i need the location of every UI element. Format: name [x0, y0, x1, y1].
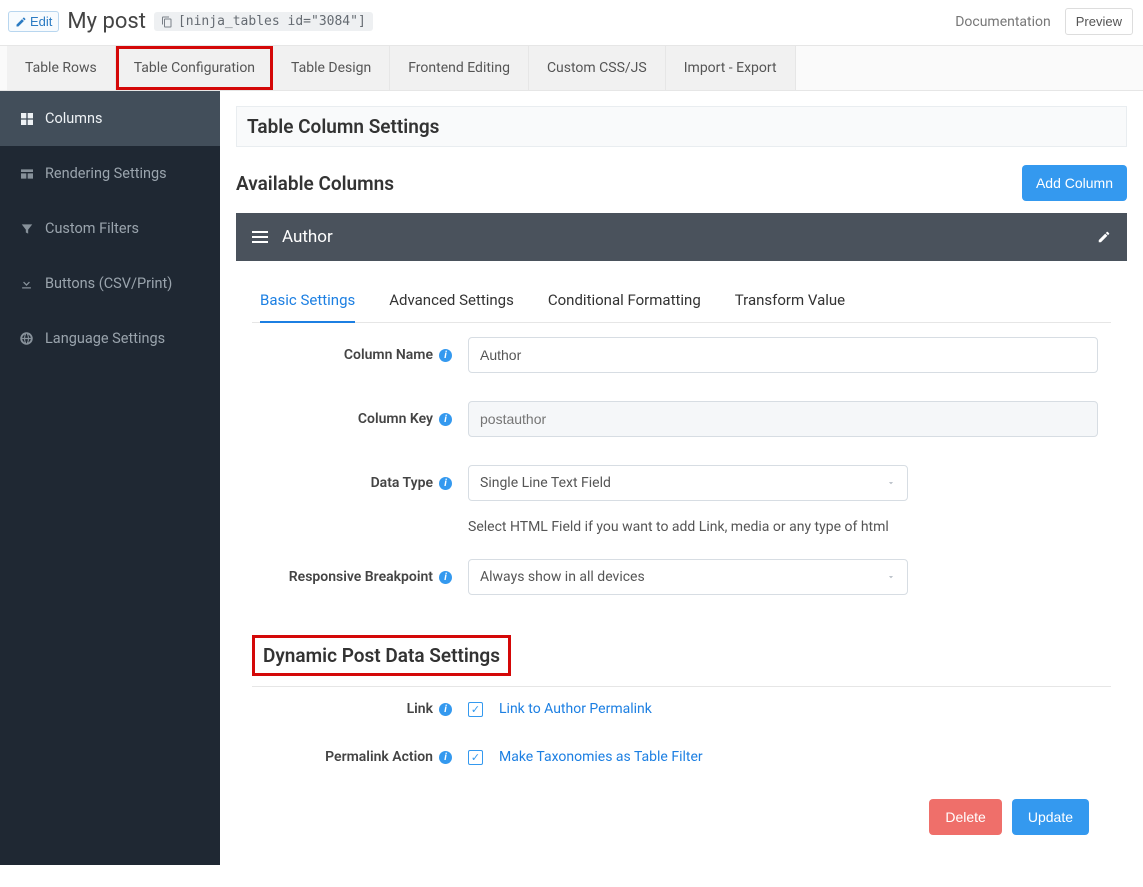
tab-frontend-editing[interactable]: Frontend Editing [390, 46, 529, 90]
sidebar-item-columns[interactable]: Columns [0, 91, 220, 146]
top-tabs: Table Rows Table Configuration Table Des… [0, 45, 1143, 91]
post-title: My post [67, 9, 146, 34]
info-icon[interactable]: i [439, 349, 452, 362]
top-header-right: Documentation Preview [955, 8, 1133, 35]
edit-label: Edit [30, 14, 52, 29]
permalink-checkbox[interactable]: ✓ [468, 750, 483, 765]
drag-handle-icon[interactable] [252, 231, 268, 243]
tab-table-configuration[interactable]: Table Configuration [116, 46, 273, 90]
responsive-select[interactable]: Always show in all devices [468, 559, 908, 595]
sidebar-item-label: Language Settings [45, 330, 165, 347]
row-column-name: Column Name i [236, 323, 1127, 387]
column-panel-header-left: Author [252, 227, 333, 247]
tab-custom-css-js[interactable]: Custom CSS/JS [529, 46, 666, 90]
label-link-text: Link [407, 701, 433, 717]
inner-tab-advanced[interactable]: Advanced Settings [389, 291, 514, 322]
info-icon[interactable]: i [439, 703, 452, 716]
column-key-input [468, 401, 1098, 437]
download-icon [18, 275, 35, 292]
page-title: Table Column Settings [236, 106, 1127, 147]
dynamic-post-title: Dynamic Post Data Settings [252, 635, 511, 676]
row-permalink-action: Permalink Action i ✓ Make Taxonomies as … [236, 723, 1127, 771]
grid-icon [18, 110, 35, 127]
sidebar-item-label: Columns [45, 110, 102, 127]
info-icon[interactable]: i [439, 751, 452, 764]
edit-column-icon[interactable] [1097, 230, 1111, 244]
data-type-select[interactable]: Single Line Text Field [468, 465, 908, 501]
label-column-key: Column Key i [252, 411, 452, 427]
sidebar-item-filters[interactable]: Custom Filters [0, 201, 220, 256]
row-column-key: Column Key i [236, 387, 1127, 451]
column-name-input[interactable] [468, 337, 1098, 373]
permalink-checkbox-label[interactable]: Make Taxonomies as Table Filter [499, 749, 703, 765]
inner-tab-basic[interactable]: Basic Settings [260, 291, 355, 323]
row-link: Link i ✓ Link to Author Permalink [236, 687, 1127, 723]
filter-icon [18, 220, 35, 237]
inner-tab-transform[interactable]: Transform Value [735, 291, 845, 322]
link-checkbox-label[interactable]: Link to Author Permalink [499, 701, 652, 717]
available-columns-row: Available Columns Add Column [236, 165, 1127, 201]
data-type-hint: Select HTML Field if you want to add Lin… [468, 519, 1127, 535]
sidebar-item-language[interactable]: Language Settings [0, 311, 220, 366]
label-link: Link i [252, 701, 452, 717]
inner-tabs: Basic Settings Advanced Settings Conditi… [252, 291, 1111, 323]
shortcode-chip[interactable]: [ninja_tables id="3084"] [154, 12, 373, 31]
footer-buttons: Delete Update [236, 771, 1127, 835]
row-responsive: Responsive Breakpoint i Always show in a… [236, 545, 1127, 609]
sidebar-item-label: Custom Filters [45, 220, 139, 237]
shortcode-text: [ninja_tables id="3084"] [178, 14, 366, 29]
copy-icon [161, 16, 173, 28]
edit-button[interactable]: Edit [8, 11, 59, 32]
top-header: Edit My post [ninja_tables id="3084"] Do… [0, 0, 1143, 39]
link-checkbox[interactable]: ✓ [468, 702, 483, 717]
data-type-value: Single Line Text Field [480, 475, 611, 491]
delete-button[interactable]: Delete [929, 799, 1001, 835]
translate-icon [18, 330, 35, 347]
pencil-icon [15, 16, 27, 28]
main-content: Table Column Settings Available Columns … [220, 91, 1143, 865]
inner-tab-conditional[interactable]: Conditional Formatting [548, 291, 701, 322]
responsive-value: Always show in all devices [480, 569, 645, 585]
layout-icon [18, 165, 35, 182]
panel-body: Basic Settings Advanced Settings Conditi… [236, 261, 1127, 835]
tab-import-export[interactable]: Import - Export [666, 46, 796, 90]
add-column-button[interactable]: Add Column [1022, 165, 1127, 201]
column-panel: Author Basic Settings Advanced Settings … [236, 213, 1127, 835]
column-header-name: Author [282, 227, 333, 247]
label-permalink-text: Permalink Action [325, 749, 433, 765]
body-wrap: Columns Rendering Settings Custom Filter… [0, 91, 1143, 865]
label-data-type: Data Type i [252, 475, 452, 491]
tab-table-rows[interactable]: Table Rows [7, 46, 116, 90]
info-icon[interactable]: i [439, 477, 452, 490]
column-panel-header[interactable]: Author [236, 213, 1127, 261]
tab-table-design[interactable]: Table Design [273, 46, 390, 90]
update-button[interactable]: Update [1012, 799, 1089, 835]
preview-button[interactable]: Preview [1065, 8, 1133, 35]
label-column-key-text: Column Key [358, 411, 433, 427]
sidebar-item-label: Buttons (CSV/Print) [45, 275, 172, 292]
label-column-name-text: Column Name [344, 347, 433, 363]
dynamic-post-section: Dynamic Post Data Settings [252, 635, 1111, 687]
label-column-name: Column Name i [252, 347, 452, 363]
label-data-type-text: Data Type [371, 475, 433, 491]
chevron-down-icon [886, 478, 896, 488]
label-permalink-action: Permalink Action i [252, 749, 452, 765]
info-icon[interactable]: i [439, 571, 452, 584]
sidebar-item-rendering[interactable]: Rendering Settings [0, 146, 220, 201]
label-responsive: Responsive Breakpoint i [252, 569, 452, 585]
available-columns-title: Available Columns [236, 172, 394, 195]
info-icon[interactable]: i [439, 413, 452, 426]
sidebar-item-label: Rendering Settings [45, 165, 167, 182]
row-data-type: Data Type i Single Line Text Field [236, 451, 1127, 515]
top-header-left: Edit My post [ninja_tables id="3084"] [8, 9, 373, 34]
sidebar-item-buttons[interactable]: Buttons (CSV/Print) [0, 256, 220, 311]
documentation-link[interactable]: Documentation [955, 14, 1051, 30]
label-responsive-text: Responsive Breakpoint [289, 569, 433, 585]
chevron-down-icon [886, 572, 896, 582]
sidebar: Columns Rendering Settings Custom Filter… [0, 91, 220, 865]
